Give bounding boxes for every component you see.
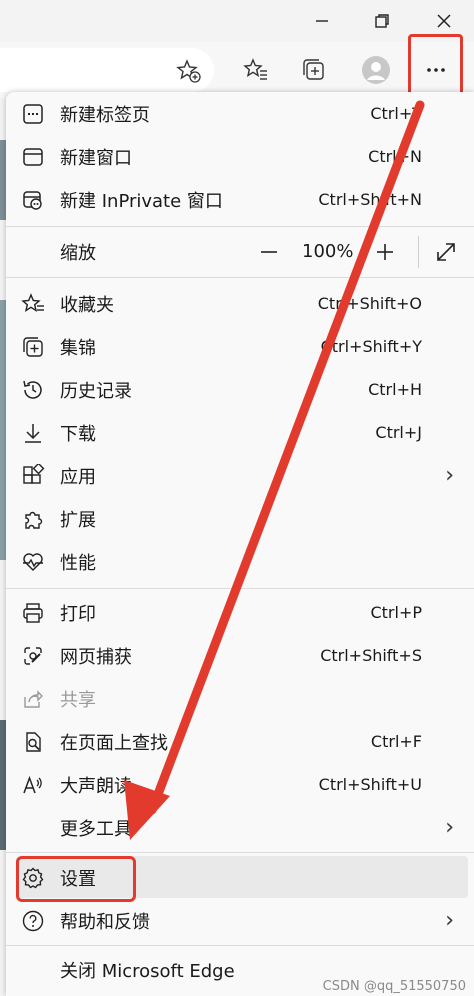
watermark: CSDN @qq_51550750 (322, 979, 466, 994)
annotation-arrow (124, 100, 425, 840)
